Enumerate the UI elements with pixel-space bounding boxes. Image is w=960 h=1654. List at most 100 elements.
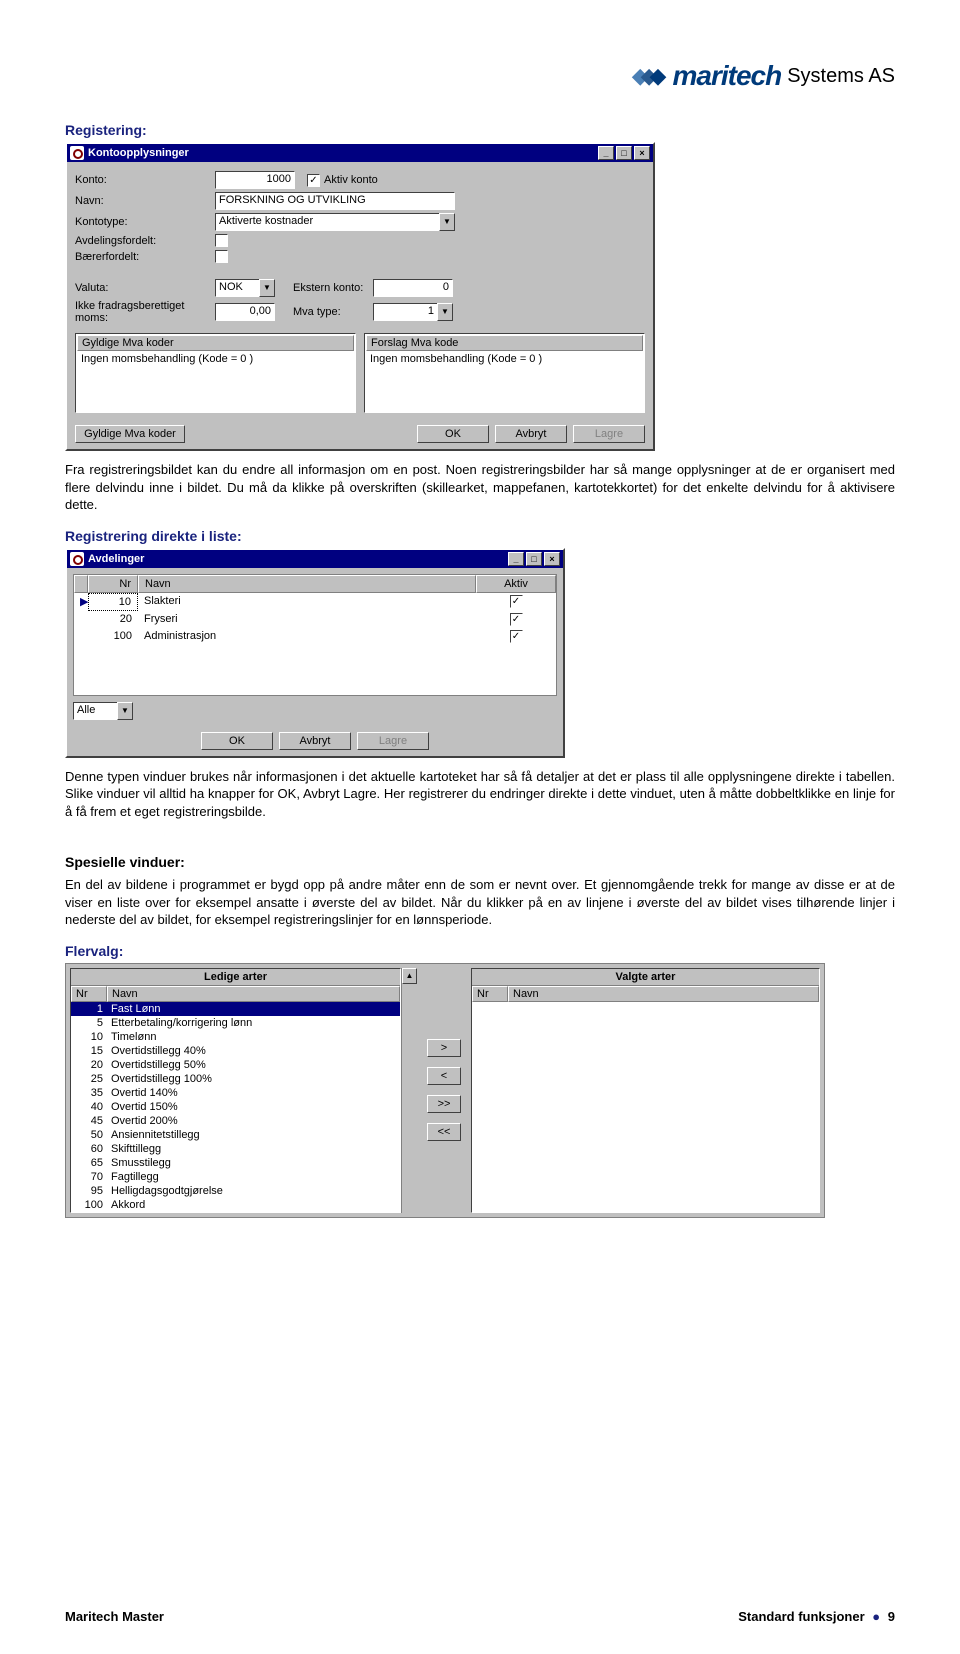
col-nr[interactable]: Nr: [88, 575, 138, 593]
maximize-button[interactable]: □: [616, 146, 632, 160]
select-filter[interactable]: Alle ▼: [73, 702, 557, 720]
removeall-button[interactable]: <<: [427, 1123, 461, 1141]
checkbox-baerer[interactable]: [215, 250, 228, 263]
chevron-down-icon[interactable]: ▼: [259, 279, 275, 297]
addall-button[interactable]: >>: [427, 1095, 461, 1113]
close-button[interactable]: ×: [544, 552, 560, 566]
chevron-down-icon[interactable]: ▼: [439, 213, 455, 231]
scrollbar[interactable]: ▲: [401, 968, 417, 1213]
select-valuta[interactable]: NOK ▼: [215, 279, 275, 297]
text-direkte: Denne typen vinduer brukes når informasj…: [65, 768, 895, 821]
avdelinger-titlebar[interactable]: Avdelinger _ □ ×: [67, 550, 563, 568]
table-row[interactable]: 100 Administrasjon ✓: [74, 628, 556, 645]
label-konto: Konto:: [75, 174, 215, 186]
logo-suffix: Systems AS: [787, 65, 895, 88]
section-registering-title: Registering:: [65, 122, 895, 138]
close-button[interactable]: ×: [634, 146, 650, 160]
list-item[interactable]: 15Overtidstillegg 40%: [71, 1044, 400, 1058]
list-item[interactable]: 20Overtidstillegg 50%: [71, 1058, 400, 1072]
list-item[interactable]: 95Helligdagsgodtgjørelse: [71, 1184, 400, 1198]
footer-page: 9: [888, 1609, 895, 1624]
input-ekstern[interactable]: 0: [373, 279, 453, 297]
listbox-gyldige[interactable]: Gyldige Mva koder Ingen momsbehandling (…: [75, 333, 356, 413]
minimize-button[interactable]: _: [508, 552, 524, 566]
table-row[interactable]: ▶ 10 Slakteri ✓: [74, 593, 556, 611]
section-flervalg-title: Flervalg:: [65, 943, 895, 959]
listhead-forslag: Forslag Mva kode: [366, 335, 643, 351]
list-item[interactable]: Ingen momsbehandling (Kode = 0 ): [366, 351, 643, 367]
list-item[interactable]: 45Overtid 200%: [71, 1114, 400, 1128]
checkbox-aktiv[interactable]: ✓: [307, 174, 320, 187]
list-item[interactable]: 5Etterbetaling/korrigering lønn: [71, 1016, 400, 1030]
checkbox-aktiv[interactable]: ✓: [510, 595, 523, 608]
list-item[interactable]: 40Overtid 150%: [71, 1100, 400, 1114]
valgte-title: Valgte arter: [472, 969, 819, 986]
label-mvatype: Mva type:: [293, 306, 373, 318]
section-direkte-title: Registrering direkte i liste:: [65, 528, 895, 544]
remove-button[interactable]: <: [427, 1067, 461, 1085]
col-aktiv[interactable]: Aktiv: [476, 575, 556, 593]
avdelinger-title: Avdelinger: [88, 553, 144, 565]
ledige-listbox[interactable]: Ledige arter Nr Navn 1Fast Lønn5Etterbet…: [70, 968, 401, 1213]
select-kontotype[interactable]: Aktiverte kostnader ▼: [215, 213, 455, 231]
listbox-forslag[interactable]: Forslag Mva kode Ingen momsbehandling (K…: [364, 333, 645, 413]
list-item[interactable]: 10Timelønn: [71, 1030, 400, 1044]
footer-left: Maritech Master: [65, 1609, 164, 1624]
label-kontotype: Kontotype:: [75, 216, 215, 228]
list-item[interactable]: 50Ansiennitetstillegg: [71, 1128, 400, 1142]
header-logo: ◆◆◆ maritech Systems AS: [65, 60, 895, 92]
list-item[interactable]: 70Fagtillegg: [71, 1170, 400, 1184]
text-registering: Fra registreringsbildet kan du endre all…: [65, 461, 895, 514]
chevron-down-icon[interactable]: ▼: [437, 303, 453, 321]
konto-titlebar[interactable]: Kontoopplysninger _ □ ×: [67, 144, 653, 162]
col-nr: Nr: [71, 986, 107, 1002]
chevron-down-icon[interactable]: ▼: [117, 702, 133, 720]
list-item[interactable]: 100Akkord: [71, 1198, 400, 1212]
col-navn[interactable]: Navn: [138, 575, 476, 593]
avdelinger-window: Avdelinger _ □ × Nr Navn Aktiv ▶ 10 Slak…: [65, 548, 565, 758]
konto-window: Kontoopplysninger _ □ × Konto: 1000 ✓ Ak…: [65, 142, 655, 451]
text-spesielle: En del av bildene i programmet er bygd o…: [65, 876, 895, 929]
footer-right-text: Standard funksjoner: [738, 1609, 864, 1624]
label-valuta: Valuta:: [75, 282, 215, 294]
ok-button[interactable]: OK: [201, 732, 273, 750]
listhead-gyldige: Gyldige Mva koder: [77, 335, 354, 351]
konto-title: Kontoopplysninger: [88, 147, 189, 159]
logo-text: maritech: [672, 60, 781, 92]
minimize-button[interactable]: _: [598, 146, 614, 160]
list-item[interactable]: Ingen momsbehandling (Kode = 0 ): [77, 351, 354, 367]
label-navn: Navn:: [75, 195, 215, 207]
app-icon: [70, 552, 84, 566]
maximize-button[interactable]: □: [526, 552, 542, 566]
list-item[interactable]: 1Fast Lønn: [71, 1002, 400, 1016]
label-ikkefradrag: Ikke fradragsberettiget moms:: [75, 300, 215, 324]
avbryt-button[interactable]: Avbryt: [279, 732, 351, 750]
table-row[interactable]: 20 Fryseri ✓: [74, 611, 556, 628]
app-icon: [70, 146, 84, 160]
lagre-button[interactable]: Lagre: [357, 732, 429, 750]
scroll-up-icon[interactable]: ▲: [402, 968, 417, 984]
input-konto[interactable]: 1000: [215, 171, 295, 189]
input-ikkefradrag[interactable]: 0,00: [215, 303, 275, 321]
checkbox-aktiv[interactable]: ✓: [510, 630, 523, 643]
list-item[interactable]: 35Overtid 140%: [71, 1086, 400, 1100]
input-navn[interactable]: FORSKNING OG UTVIKLING: [215, 192, 455, 210]
checkbox-avd[interactable]: [215, 234, 228, 247]
label-aktiv: Aktiv konto: [324, 174, 378, 186]
label-avd: Avdelingsfordelt:: [75, 235, 215, 247]
list-item[interactable]: 65Smusstilegg: [71, 1156, 400, 1170]
add-button[interactable]: >: [427, 1039, 461, 1057]
avbryt-button[interactable]: Avbryt: [495, 425, 567, 443]
gyldige-button[interactable]: Gyldige Mva koder: [75, 425, 185, 443]
ledige-title: Ledige arter: [71, 969, 400, 986]
valgte-listbox[interactable]: Valgte arter Nr Navn: [471, 968, 820, 1213]
ok-button[interactable]: OK: [417, 425, 489, 443]
checkbox-aktiv[interactable]: ✓: [510, 613, 523, 626]
lagre-button[interactable]: Lagre: [573, 425, 645, 443]
col-nr: Nr: [472, 986, 508, 1002]
list-item[interactable]: 25Overtidstillegg 100%: [71, 1072, 400, 1086]
page-footer: Maritech Master Standard funksjoner ● 9: [65, 1609, 895, 1624]
select-mvatype[interactable]: 1 ▼: [373, 303, 453, 321]
flervalg-panel: Ledige arter Nr Navn 1Fast Lønn5Etterbet…: [65, 963, 825, 1218]
list-item[interactable]: 60Skifttillegg: [71, 1142, 400, 1156]
